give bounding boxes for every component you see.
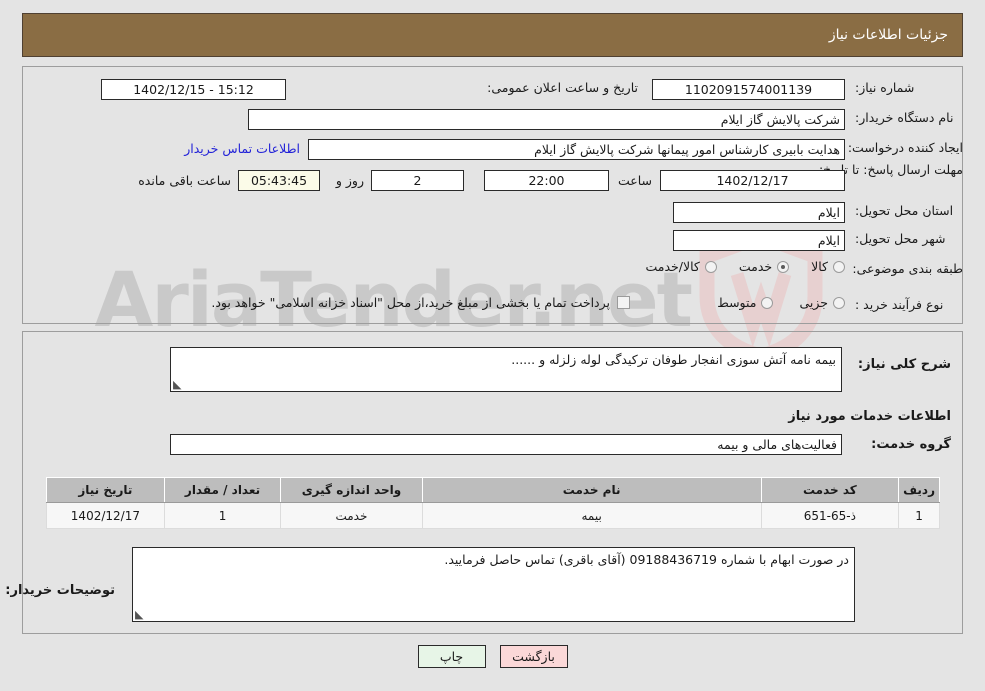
category-option-kala-label: کالا	[811, 259, 828, 274]
print-button[interactable]: چاپ	[417, 645, 486, 668]
row-process-type: نوع فرآیند خرید :	[855, 297, 963, 312]
need-number-label: شماره نیاز:	[855, 80, 915, 95]
service-group-field[interactable]: فعالیت‌های مالی و بیمه	[170, 434, 842, 455]
col-code: کد خدمت	[760, 477, 900, 503]
category-option-khedmat[interactable]: خدمت	[738, 259, 790, 274]
cell-date: 1402/12/17	[46, 502, 165, 529]
services-heading: اطلاعات خدمات مورد نیاز	[788, 409, 951, 424]
checkbox-icon-treasury-bonds[interactable]	[617, 296, 630, 309]
process-option-jozee-label: جزیی	[799, 295, 828, 310]
col-unit: واحد اندازه گیری	[280, 477, 423, 503]
treasury-bonds-label: پرداخت تمام یا بخشی از مبلغ خرید،از محل …	[211, 295, 610, 310]
deadline-time-value: 22:00	[528, 173, 565, 188]
need-info-panel	[22, 66, 963, 324]
process-option-motavaset[interactable]: متوسط	[717, 295, 774, 310]
category-option-khedmat-label: خدمت	[738, 259, 773, 274]
row-category: طبقه بندی موضوعی:	[852, 261, 963, 276]
cell-name: بیمه	[421, 502, 762, 529]
radio-icon-kala[interactable]	[833, 260, 845, 273]
summary-value: بیمه نامه آتش سوزی انفجار طوفان ترکیدگی …	[511, 352, 836, 367]
page-header: جزئیات اطلاعات نیاز	[22, 13, 963, 57]
cell-qty: 1	[163, 502, 282, 529]
buyer-org-label: نام دستگاه خریدار:	[855, 110, 954, 125]
buyer-org-field[interactable]: شرکت پالایش گاز ایلام	[248, 109, 845, 130]
col-qty: تعداد / مقدار	[163, 477, 282, 503]
requester-field[interactable]: هدایت بابیری کارشناس امور پیمانها شرکت پ…	[308, 139, 845, 160]
radio-icon-kala-khedmat[interactable]	[704, 260, 717, 273]
summary-label: شرح کلی نیاز:	[857, 357, 951, 372]
col-name: نام خدمت	[421, 477, 762, 503]
page-title: جزئیات اطلاعات نیاز	[828, 27, 948, 43]
deadline-time-field[interactable]: 22:00	[484, 170, 609, 191]
buyer-contact-link[interactable]: اطلاعات تماس خریدار	[184, 141, 300, 156]
row-province: استان محل تحویل:	[855, 203, 963, 218]
row-need-number: شماره نیاز:	[855, 80, 963, 95]
buyer-notes-value: در صورت ابهام با شماره 09188436719 (آقای…	[444, 552, 849, 567]
category-label: طبقه بندی موضوعی:	[852, 261, 963, 276]
row-announce-datetime: تاریخ و ساعت اعلان عمومی:	[487, 80, 638, 95]
buyer-notes-textarea[interactable]: در صورت ابهام با شماره 09188436719 (آقای…	[132, 547, 855, 622]
category-radio-group: کالا خدمت کالا/خدمت	[645, 259, 845, 274]
service-group-label: گروه خدمت:	[871, 437, 951, 452]
province-value: ایلام	[817, 205, 840, 220]
buyer-org-value: شرکت پالایش گاز ایلام	[720, 112, 840, 127]
row-deadline-label: مهلت ارسال پاسخ: تا تاریخ:	[818, 162, 963, 178]
back-button[interactable]: بازگشت	[499, 645, 568, 668]
cell-radif: 1	[898, 502, 940, 529]
process-type-radio-group: جزیی متوسط	[717, 295, 845, 310]
category-option-kala[interactable]: کالا	[811, 259, 845, 274]
action-button-bar: بازگشت چاپ	[0, 645, 985, 668]
radio-icon-jozee[interactable]	[833, 296, 845, 309]
deadline-time-label: ساعت	[617, 173, 652, 188]
resize-handle-icon[interactable]: ◢	[173, 378, 183, 391]
announce-datetime-field[interactable]: 15:12 - 1402/12/15	[101, 79, 286, 100]
treasury-bonds-checkbox-row[interactable]: پرداخت تمام یا بخشی از مبلغ خرید،از محل …	[211, 295, 630, 310]
cell-code: ذ-65-651	[760, 502, 900, 529]
row-buyer-org: نام دستگاه خریدار:	[855, 110, 963, 125]
countdown-remaining-field: 05:43:45	[238, 170, 320, 191]
city-field[interactable]: ایلام	[673, 230, 845, 251]
deadline-label: مهلت ارسال پاسخ: تا تاریخ:	[818, 162, 963, 177]
service-group-value: فعالیت‌های مالی و بیمه	[717, 437, 837, 452]
col-date: تاریخ نیاز	[46, 477, 165, 503]
page-root: AriaTender.net جزئیات اطلاعات نیاز شماره…	[0, 0, 985, 691]
process-option-motavaset-label: متوسط	[717, 295, 757, 310]
category-option-kala-khedmat-label: کالا/خدمت	[645, 259, 700, 274]
row-city: شهر محل تحویل:	[855, 231, 963, 246]
announce-datetime-value: 15:12 - 1402/12/15	[133, 82, 254, 97]
deadline-days-value: 2	[413, 173, 422, 188]
radio-icon-khedmat[interactable]	[777, 260, 790, 273]
table-header-row: ردیف کد خدمت نام خدمت واحد اندازه گیری ت…	[46, 477, 940, 503]
resize-handle-icon-notes[interactable]: ◢	[135, 608, 145, 621]
city-label: شهر محل تحویل:	[855, 231, 946, 246]
cell-unit: خدمت	[280, 502, 423, 529]
countdown-remaining-value: 05:43:45	[250, 173, 308, 188]
requester-label: ایجاد کننده درخواست:	[847, 140, 963, 155]
services-table: ردیف کد خدمت نام خدمت واحد اندازه گیری ت…	[46, 477, 940, 529]
announce-datetime-label: تاریخ و ساعت اعلان عمومی:	[487, 80, 638, 95]
deadline-days-label: روز و	[335, 173, 364, 188]
buyer-notes-label: توضیحات خریدار:	[5, 583, 115, 598]
summary-textarea[interactable]: بیمه نامه آتش سوزی انفجار طوفان ترکیدگی …	[170, 347, 842, 392]
col-radif: ردیف	[898, 477, 940, 503]
requester-value: هدایت بابیری کارشناس امور پیمانها شرکت پ…	[534, 142, 840, 157]
table-row: 1 ذ-65-651 بیمه خدمت 1 1402/12/17	[46, 502, 940, 529]
process-type-label: نوع فرآیند خرید :	[855, 297, 944, 312]
radio-icon-motavaset[interactable]	[761, 296, 774, 309]
need-number-field[interactable]: 1102091574001139	[652, 79, 845, 100]
deadline-date-field[interactable]: 1402/12/17	[660, 170, 845, 191]
province-label: استان محل تحویل:	[855, 203, 954, 218]
deadline-date-value: 1402/12/17	[716, 173, 789, 188]
category-option-kala-khedmat[interactable]: کالا/خدمت	[645, 259, 717, 274]
countdown-remaining-label: ساعت باقی مانده	[138, 173, 231, 188]
province-field[interactable]: ایلام	[673, 202, 845, 223]
process-option-jozee[interactable]: جزیی	[799, 295, 845, 310]
need-number-value: 1102091574001139	[684, 82, 813, 97]
row-requester: ایجاد کننده درخواست:	[847, 140, 963, 155]
deadline-days-field[interactable]: 2	[371, 170, 464, 191]
city-value: ایلام	[817, 233, 840, 248]
